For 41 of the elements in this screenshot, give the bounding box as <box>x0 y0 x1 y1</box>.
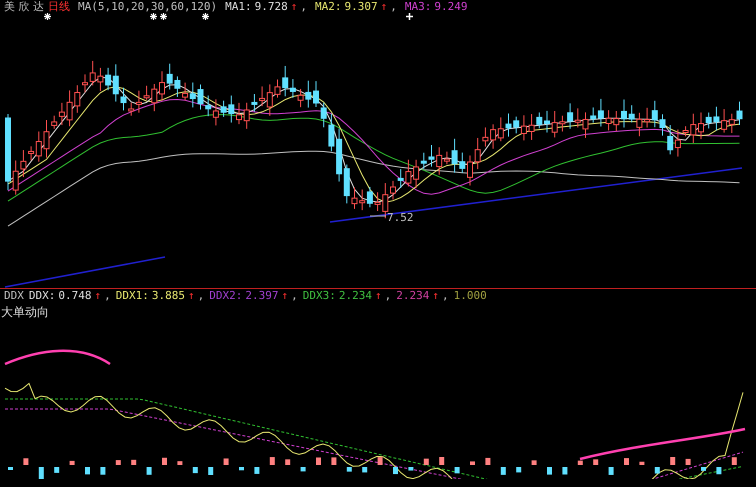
indicator-label: MA3: <box>404 0 432 15</box>
separator: , <box>442 288 449 304</box>
indicator-value: 2.234 <box>396 288 430 304</box>
indicator-value: 3.885 <box>152 288 185 304</box>
separator: , <box>291 288 298 304</box>
trend-arrow: ↑ <box>375 288 382 304</box>
indicator-label: DDX2: <box>209 288 242 304</box>
plus-icon <box>406 13 413 20</box>
stock-name: 美 欣 达 <box>4 0 44 15</box>
trend-arrow: ↑ <box>432 288 439 304</box>
separator: , <box>384 288 392 304</box>
trend-arrow: ↑ <box>290 0 298 15</box>
panel-name: DDX <box>4 288 24 304</box>
separator: , <box>198 288 204 304</box>
indicator-value: 2.234 <box>338 288 372 304</box>
star-icon <box>160 13 167 20</box>
indicator-value: 9.728 <box>254 0 288 15</box>
trend-arrow: ↑ <box>380 0 388 15</box>
separator: , <box>300 0 307 15</box>
panel-title: 大单动向 <box>1 304 49 321</box>
ma-parameters: MA(5,10,20,30,60,120) <box>78 0 218 15</box>
low-price-label: 7.52 <box>387 210 414 226</box>
indicator-label: DDX: <box>28 288 56 304</box>
trend-arrow: ↑ <box>188 288 195 304</box>
indicator-value: 9.307 <box>344 0 378 15</box>
separator: , <box>390 0 397 15</box>
trend-arrow: ↑ <box>282 288 288 304</box>
star-icon <box>44 13 51 20</box>
indicator-label: DDX3: <box>302 288 336 304</box>
trend-arrow: ↑ <box>94 288 102 304</box>
indicator-value: 9.249 <box>434 0 468 15</box>
indicator-label: DDX1: <box>116 288 149 304</box>
star-icon <box>150 13 157 20</box>
indicator-value: 1.000 <box>454 288 487 304</box>
indicator-label: MA1: <box>225 0 252 15</box>
indicator-value: 2.397 <box>245 288 278 304</box>
star-icon <box>202 13 209 20</box>
separator: , <box>104 288 111 304</box>
period-label: 日线 <box>48 0 70 15</box>
indicator-label: MA2: <box>314 0 342 15</box>
indicator-value: 0.748 <box>58 288 92 304</box>
